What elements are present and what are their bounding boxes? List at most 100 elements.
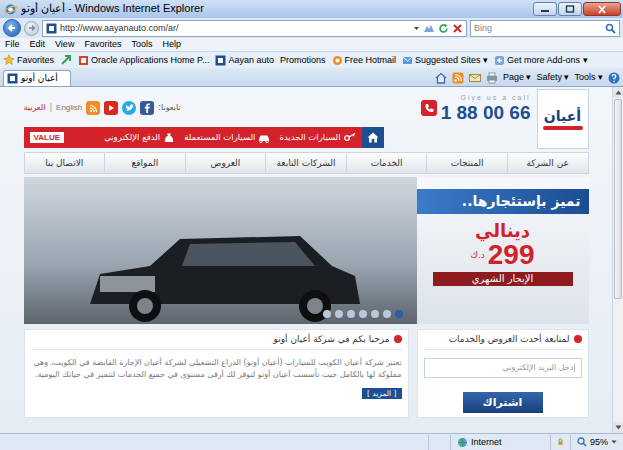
status-bar: Internet 95% <box>0 433 623 450</box>
dropdown-icon[interactable] <box>413 25 420 32</box>
down-arrow-icon <box>615 425 622 430</box>
minimize-button[interactable] <box>533 2 557 16</box>
favorite-link[interactable]: Get more Add-ons ▾ <box>494 55 588 66</box>
facebook-icon[interactable] <box>140 101 154 115</box>
promo-banner[interactable]: تميز بإستئجارها..دينالي299د.كالإيجار الش… <box>24 177 589 324</box>
stop-icon[interactable] <box>452 23 463 34</box>
command-menu[interactable]: Tools ▾ <box>574 72 603 83</box>
favorites-label: Favorites <box>17 55 54 66</box>
maximize-button[interactable] <box>558 2 582 16</box>
tab-bar: أعيان أوتو Page ▾ Safety ▾ Tools ▾ <box>0 68 623 86</box>
favorite-link[interactable]: Promotions <box>280 55 326 66</box>
site-logo[interactable]: أعيان <box>537 89 589 149</box>
page-favicon-icon <box>7 73 18 84</box>
zoom-control[interactable]: 95% <box>570 435 623 450</box>
search-icon[interactable] <box>605 23 616 34</box>
nav-item[interactable]: المواقع <box>105 153 186 173</box>
print-icon[interactable] <box>486 72 498 84</box>
address-field[interactable]: http://www.aayanauto.com/ar/ <box>42 20 467 37</box>
value-badge[interactable]: VALUE <box>30 132 65 144</box>
command-menu[interactable]: Safety ▾ <box>536 72 569 83</box>
command-bar: Page ▾ Safety ▾ Tools ▾ <box>435 72 620 84</box>
command-menu[interactable]: Page ▾ <box>503 72 532 83</box>
search-input[interactable] <box>474 23 602 34</box>
banner-model: دينالي <box>417 220 589 242</box>
banner-currency: د.ك <box>471 250 485 261</box>
menu-item[interactable]: Tools <box>131 39 152 50</box>
title-bar: أعيان أوتو - Windows Internet Explorer <box>0 0 623 18</box>
carousel-dot[interactable] <box>335 310 343 318</box>
feeds-icon[interactable] <box>452 72 464 84</box>
favorite-label: Get more Add-ons ▾ <box>507 55 588 66</box>
favorite-link[interactable]: Oracle Applications Home P... <box>78 55 209 66</box>
bullet-icon <box>574 335 582 343</box>
banner-price-label: الإيجار الشهري <box>433 272 573 286</box>
logo-swoosh <box>543 126 583 130</box>
close-icon <box>597 5 607 14</box>
youtube-icon[interactable] <box>104 101 118 115</box>
panel-title: لمتابعة أحدث العروض والخدمات <box>449 334 570 345</box>
favorite-link[interactable]: Free Hotmail <box>332 55 397 66</box>
favorites-button[interactable]: Favorites <box>3 54 54 66</box>
nav-item[interactable]: العروض <box>186 153 267 173</box>
menu-item[interactable]: Help <box>162 39 181 50</box>
banner-slogan: تميز بإستئجارها.. <box>417 189 589 214</box>
menu-item[interactable]: File <box>5 39 20 50</box>
nav-item[interactable]: المنتجات <box>427 153 508 173</box>
zoom-level: 95% <box>590 437 608 448</box>
scroll-thumb[interactable] <box>614 99 622 299</box>
scroll-track[interactable] <box>613 98 623 422</box>
nav-item[interactable]: عن الشركة <box>508 153 588 173</box>
more-button[interactable]: [ المزيد ] <box>362 388 402 399</box>
email-input[interactable] <box>424 358 582 378</box>
favorite-link[interactable]: Aayan auto <box>215 55 274 66</box>
mail-icon[interactable] <box>469 72 481 84</box>
nav-item[interactable]: الخدمات <box>347 153 428 173</box>
carousel-dot[interactable] <box>347 310 355 318</box>
phone-number: 1 88 00 66 <box>441 103 531 122</box>
social-links: تابعونا:English|العربية <box>24 101 181 115</box>
carousel-dot[interactable] <box>395 310 403 318</box>
window-title: أعيان أوتو - Windows Internet Explorer <box>21 2 204 15</box>
forward-button[interactable] <box>24 21 39 36</box>
quick-link[interactable]: السيارات المستعملة <box>184 132 270 143</box>
carousel-dot[interactable] <box>371 310 379 318</box>
play-icon <box>107 104 115 112</box>
carousel-dot[interactable] <box>383 310 391 318</box>
favorite-link[interactable]: Suggested Sites ▾ <box>402 55 488 66</box>
call-label: Give us a call <box>441 94 531 102</box>
car-photo <box>24 177 417 324</box>
language-link[interactable]: العربية <box>24 103 46 113</box>
add-favorite-icon[interactable] <box>60 54 72 66</box>
ie-icon <box>4 3 17 16</box>
menu-item[interactable]: Edit <box>30 39 46 50</box>
browser-tab[interactable]: أعيان أوتو <box>3 70 71 86</box>
quick-link[interactable]: الدفع الإلكتروني <box>104 132 175 143</box>
menu-item[interactable]: Favorites <box>84 39 121 50</box>
address-row: http://www.aayanauto.com/ar/ <box>0 18 623 38</box>
compatibility-icon[interactable] <box>423 23 435 34</box>
nav-item[interactable]: الاتصال بنا <box>24 153 105 173</box>
quick-link[interactable]: السيارات الجديدة <box>279 132 355 143</box>
menu-item[interactable]: View <box>55 39 74 50</box>
subscribe-button[interactable]: اشتراك <box>463 392 543 413</box>
scroll-up-button[interactable] <box>613 87 623 98</box>
twitter-icon[interactable] <box>122 101 136 115</box>
home-icon[interactable] <box>435 72 447 84</box>
scroll-down-button[interactable] <box>613 422 623 433</box>
vertical-scrollbar[interactable] <box>612 87 623 433</box>
carousel-dot[interactable] <box>359 310 367 318</box>
language-link[interactable]: English <box>56 103 82 113</box>
refresh-icon[interactable] <box>438 23 449 34</box>
tab-label: أعيان أوتو <box>21 73 58 84</box>
carousel-dot[interactable] <box>323 310 331 318</box>
help-icon[interactable] <box>608 72 620 84</box>
home-button[interactable] <box>362 127 384 148</box>
nav-item[interactable]: الشركات التابعة <box>266 153 347 173</box>
close-button[interactable] <box>583 2 621 16</box>
rss-icon[interactable] <box>86 101 100 115</box>
zoom-icon <box>577 437 587 447</box>
back-button[interactable] <box>3 19 21 37</box>
search-field <box>470 20 620 37</box>
zone-label: Internet <box>471 437 502 448</box>
